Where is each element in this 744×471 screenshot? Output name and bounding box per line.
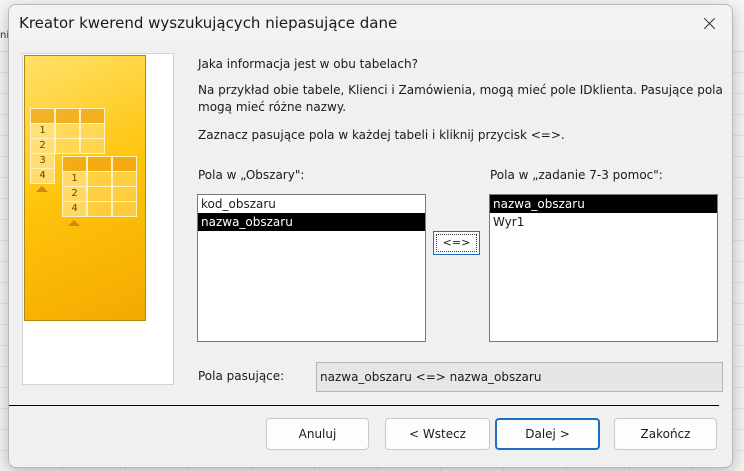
- table-header-cell: [80, 108, 105, 124]
- table-cell: [80, 138, 105, 154]
- left-fields-list[interactable]: kod_obszaru nazwa_obszaru: [197, 194, 426, 342]
- question-text: Jaka informacja jest w obu tabelach?: [198, 57, 418, 71]
- example-text-line1: Na przykład obie tabele, Klienci i Zamów…: [198, 83, 723, 97]
- cancel-button[interactable]: Anuluj: [266, 418, 369, 450]
- list-item-selected[interactable]: nazwa_obszaru: [198, 213, 425, 231]
- table-cell: [87, 171, 112, 187]
- left-list-label: Pola w „Obszary":: [198, 168, 305, 182]
- table-header-cell: [62, 156, 87, 172]
- row-number: 2: [62, 186, 87, 202]
- table-header-cell: [112, 156, 137, 172]
- row-number: 1: [62, 171, 87, 187]
- finish-button[interactable]: Zakończ: [614, 418, 717, 450]
- table-cell: [55, 138, 80, 154]
- close-icon[interactable]: [686, 5, 732, 41]
- illustration-panel: 1 2 3 4 1 2 4: [22, 53, 174, 385]
- next-button[interactable]: Dalej >: [495, 418, 600, 450]
- table-cell: [80, 123, 105, 139]
- wizard-illustration: 1 2 3 4 1 2 4: [24, 55, 146, 321]
- table-cell: [112, 201, 137, 217]
- dialog-title: Kreator kwerend wyszukujących niepasując…: [19, 14, 398, 32]
- right-fields-list[interactable]: nazwa_obszaru Wyr1: [489, 194, 718, 342]
- list-item[interactable]: kod_obszaru: [198, 195, 425, 213]
- row-number: 4: [30, 168, 55, 184]
- arrow-up-icon: [36, 186, 48, 192]
- matched-fields-value: nazwa_obszaru <=> nazwa_obszaru: [316, 362, 723, 392]
- list-item-selected[interactable]: nazwa_obszaru: [490, 195, 717, 213]
- row-number: 1: [30, 123, 55, 139]
- example-text-line2: mogą mieć różne nazwy.: [198, 100, 347, 114]
- table-cell: [55, 123, 80, 139]
- back-button[interactable]: < Wstecz: [385, 418, 490, 450]
- table-cell: [112, 186, 137, 202]
- table-cell: [87, 201, 112, 217]
- matched-fields-label: Pola pasujące:: [198, 369, 285, 383]
- query-wizard-dialog: Kreator kwerend wyszukujących niepasując…: [8, 4, 733, 468]
- table-header-cell: [30, 108, 55, 124]
- table-cell: [112, 171, 137, 187]
- instruction-text: Zaznacz pasujące pola w każdej tabeli i …: [198, 128, 565, 142]
- right-list-label: Pola w „zadanie 7-3 pomoc":: [490, 168, 663, 182]
- arrow-up-icon: [68, 220, 80, 226]
- table-header-cell: [55, 108, 80, 124]
- title-bar: Kreator kwerend wyszukujących niepasując…: [9, 5, 732, 41]
- list-item[interactable]: Wyr1: [490, 213, 717, 231]
- row-number: 3: [30, 153, 55, 169]
- separator: [9, 405, 719, 406]
- row-number: 4: [62, 201, 87, 217]
- match-fields-button[interactable]: <=>: [433, 231, 480, 255]
- row-number: 2: [30, 138, 55, 154]
- focus-rectangle: [436, 234, 477, 252]
- table-cell: [87, 186, 112, 202]
- table-header-cell: [87, 156, 112, 172]
